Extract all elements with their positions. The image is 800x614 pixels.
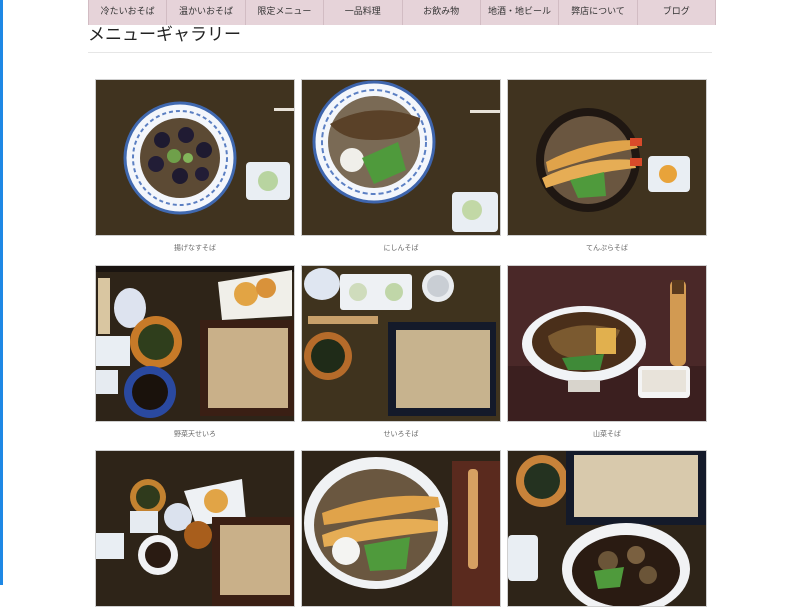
caption-agenasu-soba: 揚げなすそば (174, 244, 216, 252)
gallery-item-9[interactable] (507, 450, 707, 614)
photo-item-7[interactable] (95, 450, 295, 607)
caption-sansai-soba: 山菜そば (593, 430, 621, 438)
photo-tempura-soba[interactable] (507, 79, 707, 236)
caption-nishin-soba: にしんそば (383, 244, 419, 252)
gallery-item-yasaiten-seiro[interactable]: 野菜天せいろ (95, 265, 295, 439)
gallery-item-sansai-soba[interactable]: 山菜そば (507, 265, 707, 439)
photo-sansai-soba[interactable] (507, 265, 707, 422)
photo-item-8[interactable] (301, 450, 501, 607)
gallery-item-seiro-soba[interactable]: せいろそば (301, 265, 501, 439)
caption-yasaiten-seiro: 野菜天せいろ (174, 430, 216, 438)
gallery-item-7[interactable] (95, 450, 295, 614)
gallery-item-8[interactable] (301, 450, 501, 614)
photo-seiro-soba[interactable] (301, 265, 501, 422)
caption-tempura-soba: てんぷらそば (586, 244, 628, 252)
photo-nishin-soba[interactable] (301, 79, 501, 236)
gallery-item-tempura-soba[interactable]: てんぷらそば (507, 79, 707, 253)
caption-seiro-soba: せいろそば (383, 430, 419, 438)
gallery-item-agenasu-soba[interactable]: 揚げなすそば (95, 79, 295, 253)
photo-agenasu-soba[interactable] (95, 79, 295, 236)
gallery-item-nishin-soba[interactable]: にしんそば (301, 79, 501, 253)
photo-item-9[interactable] (507, 450, 707, 607)
menu-gallery: 揚げなすそば にしんそば てんぷらそば 野菜天せいろ せいろそば 山菜そば (0, 0, 800, 607)
photo-yasaiten-seiro[interactable] (95, 265, 295, 422)
